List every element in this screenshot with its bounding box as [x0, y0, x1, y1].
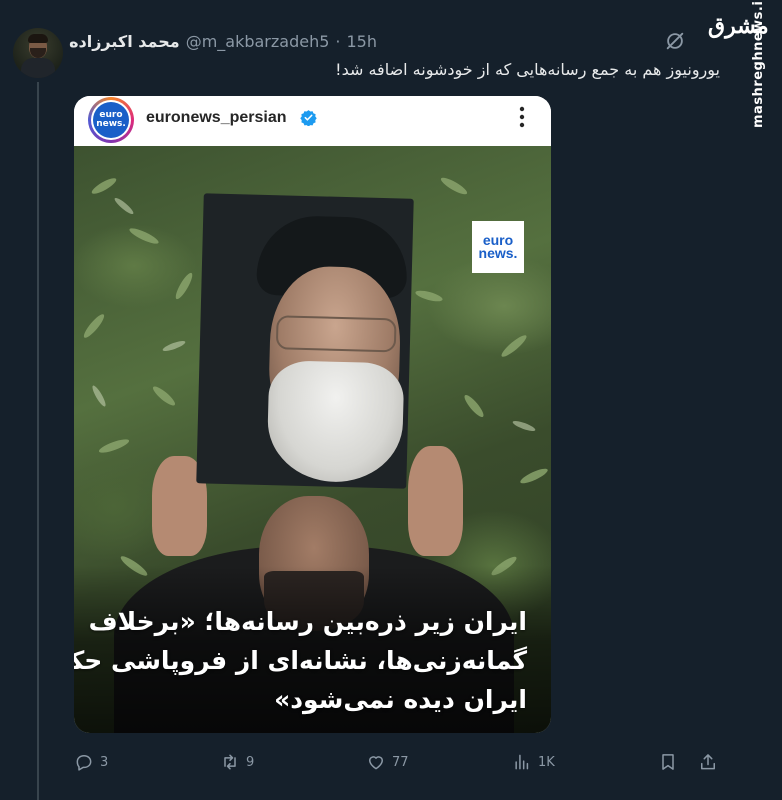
bookmark-icon	[662, 754, 674, 770]
post-caption: ایران زیر ذره‌بین رسانه‌ها؛ «برخلاف گمان…	[74, 602, 527, 719]
euronews-avatar-text-bottom: news.	[96, 119, 126, 129]
mashregh-logo: مشرق	[708, 13, 769, 39]
tweet-header: محمد اکبرزاده @m_akbarzadeh5 · 15h	[69, 30, 377, 52]
thread-line	[37, 82, 39, 800]
caption-line-2: گمانه‌زنی‌ها، نشانه‌ای از فروپاشی حکومت	[74, 646, 527, 675]
reply-count: 3	[100, 754, 109, 770]
euronews-logo: euro news.	[472, 221, 524, 273]
tweet-actions: 3 9 77 1K	[74, 748, 734, 776]
heart-icon	[369, 756, 383, 770]
embedded-post-header: euro news. euronews_persian	[74, 96, 551, 146]
poster-glasses	[275, 315, 397, 353]
grok-icon[interactable]	[664, 30, 686, 52]
caption-line-3: ایران دیده نمی‌شود»	[274, 685, 527, 714]
reply-icon	[76, 755, 92, 771]
post-photo[interactable]: euro news. ایران زیر ذره‌بین رسانه‌ها؛ «…	[74, 146, 551, 733]
poster-beard	[266, 360, 405, 484]
avatar[interactable]	[13, 28, 63, 78]
mashregh-watermark: mashreghnews.ir	[751, 0, 766, 128]
like-count: 77	[392, 754, 409, 770]
display-name[interactable]: محمد اکبرزاده	[69, 32, 180, 51]
right-hand	[408, 446, 463, 556]
embedded-post-card[interactable]: euro news. euronews_persian euro news. ا…	[74, 96, 551, 733]
views-button[interactable]: 1K	[512, 748, 555, 776]
avatar-body	[21, 58, 55, 78]
euronews-avatar[interactable]: euro news.	[88, 97, 134, 143]
repost-count: 9	[246, 754, 255, 770]
portrait-poster	[196, 193, 414, 489]
user-handle[interactable]: @m_akbarzadeh5	[186, 32, 330, 51]
reply-button[interactable]: 3	[74, 748, 108, 776]
more-options-icon[interactable]	[512, 104, 532, 130]
tweet-text: یورونیوز هم به جمع رسانه‌هایی که از خودش…	[335, 60, 720, 79]
repost-button[interactable]: 9	[220, 748, 254, 776]
views-icon	[515, 754, 529, 770]
tweet-time[interactable]: 15h	[347, 32, 378, 51]
caption-line-1: ایران زیر ذره‌بین رسانه‌ها؛ «برخلاف	[88, 607, 527, 636]
embedded-username[interactable]: euronews_persian	[146, 109, 287, 127]
euronews-logo-bottom: news.	[478, 245, 518, 261]
share-button[interactable]	[698, 748, 718, 776]
views-count: 1K	[538, 754, 555, 770]
repost-icon	[224, 754, 236, 770]
verified-icon	[300, 110, 317, 126]
avatar-hair	[28, 34, 48, 43]
separator-dot: ·	[335, 31, 341, 51]
avatar-beard	[30, 48, 46, 58]
like-button[interactable]: 77	[366, 748, 409, 776]
share-icon	[701, 754, 715, 770]
bookmark-button[interactable]	[658, 748, 678, 776]
